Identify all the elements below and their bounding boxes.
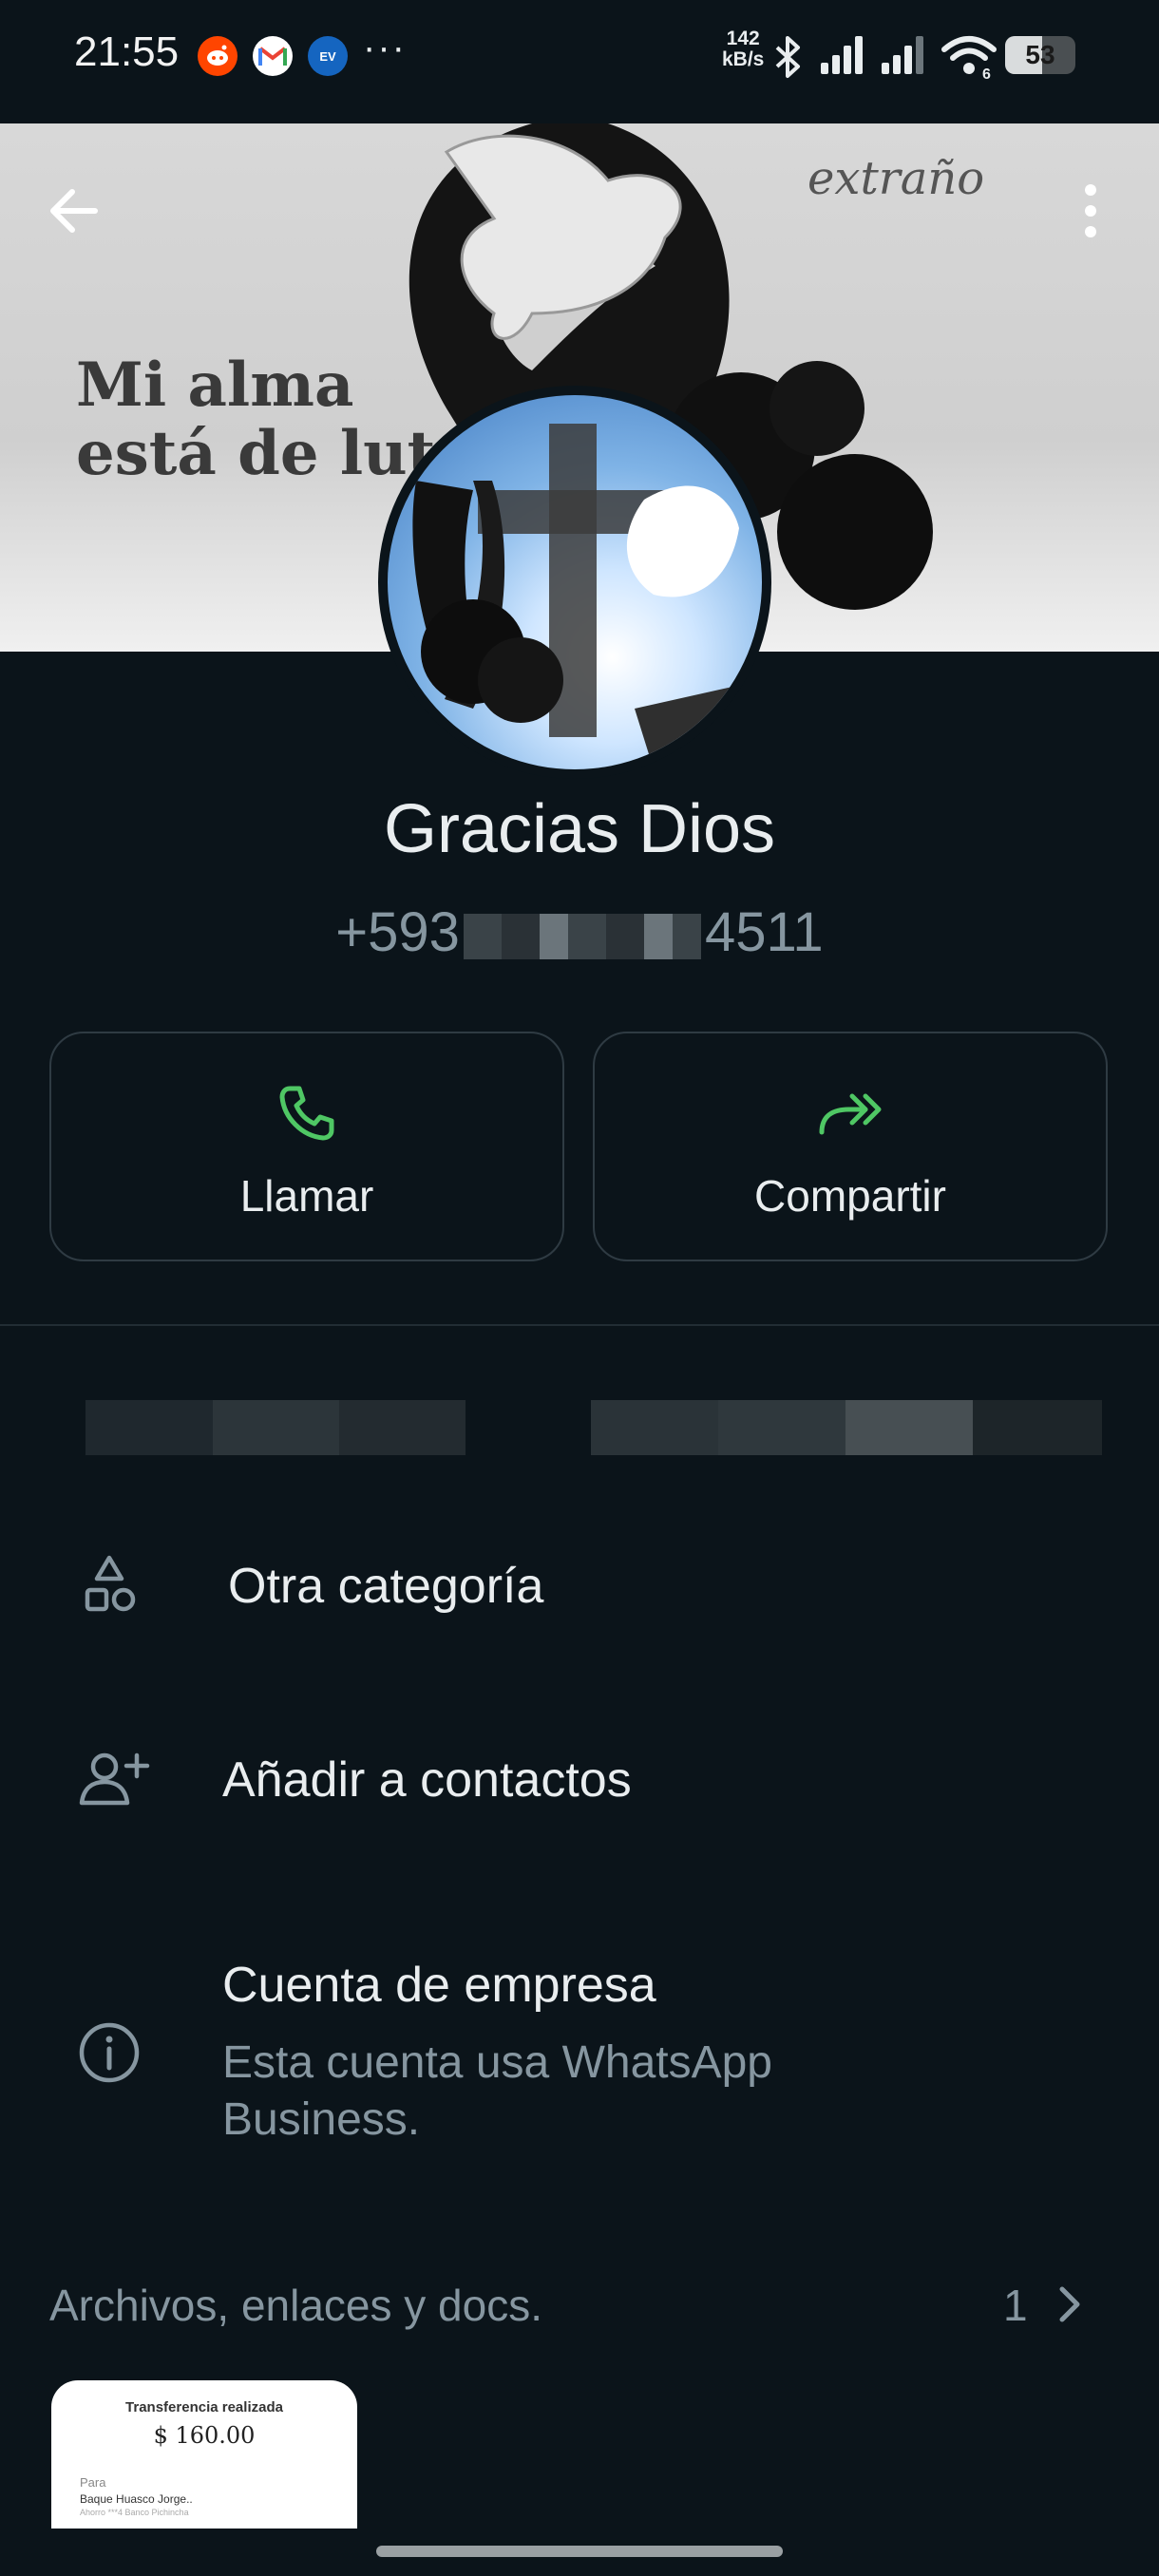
phone-redaction — [463, 913, 701, 959]
call-label: Llamar — [239, 1171, 374, 1221]
info-icon — [79, 2022, 140, 2083]
signal-sim1-icon — [821, 36, 863, 74]
forward-share-icon — [819, 1093, 882, 1135]
media-section-title[interactable]: Archivos, enlaces y docs. — [49, 2280, 542, 2331]
gmail-icon — [253, 36, 293, 76]
status-bar: 21:55 EV ··· 142 kB/s 6 53 — [0, 0, 1159, 123]
status-time: 21:55 — [74, 28, 180, 75]
redacted-block-left — [86, 1400, 466, 1455]
media-thumbnail[interactable]: Transferencia realizada $ 160.00 Para Ba… — [51, 2380, 357, 2529]
profile-avatar[interactable] — [378, 386, 771, 779]
redacted-block-right — [591, 1400, 1102, 1455]
reddit-icon — [198, 36, 238, 76]
shapes-category-icon — [85, 1555, 136, 1612]
back-arrow-icon[interactable] — [46, 182, 103, 239]
share-label: Compartir — [754, 1171, 946, 1221]
signal-sim2-icon — [882, 36, 923, 74]
wifi-badge: 6 — [982, 66, 991, 83]
profile-name: Gracias Dios — [383, 791, 776, 867]
category-label: Otra categoría — [228, 1559, 544, 1614]
business-account-description: Esta cuenta usa WhatsApp Business. — [222, 2037, 772, 2145]
section-divider — [0, 1324, 1159, 1326]
bluetooth-icon — [775, 36, 800, 78]
more-notifications-icon: ··· — [363, 27, 407, 68]
ecuavisa-play-icon: EV — [308, 36, 348, 76]
network-speed: 142 kB/s — [722, 28, 765, 70]
avatar-picture — [412, 424, 762, 769]
phone-icon — [279, 1086, 334, 1141]
media-count: 1 — [1003, 2281, 1028, 2330]
home-indicator[interactable] — [376, 2546, 783, 2557]
call-button[interactable]: Llamar — [49, 1032, 564, 1261]
chevron-right-icon[interactable] — [1054, 2282, 1087, 2327]
add-to-contacts-button[interactable]: Añadir a contactos — [222, 1752, 632, 1809]
business-account-title: Cuenta de empresa — [222, 1958, 656, 2013]
share-button[interactable]: Compartir — [593, 1032, 1108, 1261]
add-contact-icon — [79, 1752, 150, 1806]
kebab-menu-icon[interactable] — [1074, 180, 1108, 241]
cover-script-text: extraño — [808, 152, 985, 205]
battery-icon: 53 — [1005, 36, 1075, 74]
profile-phone: +593 4511 — [335, 901, 824, 963]
